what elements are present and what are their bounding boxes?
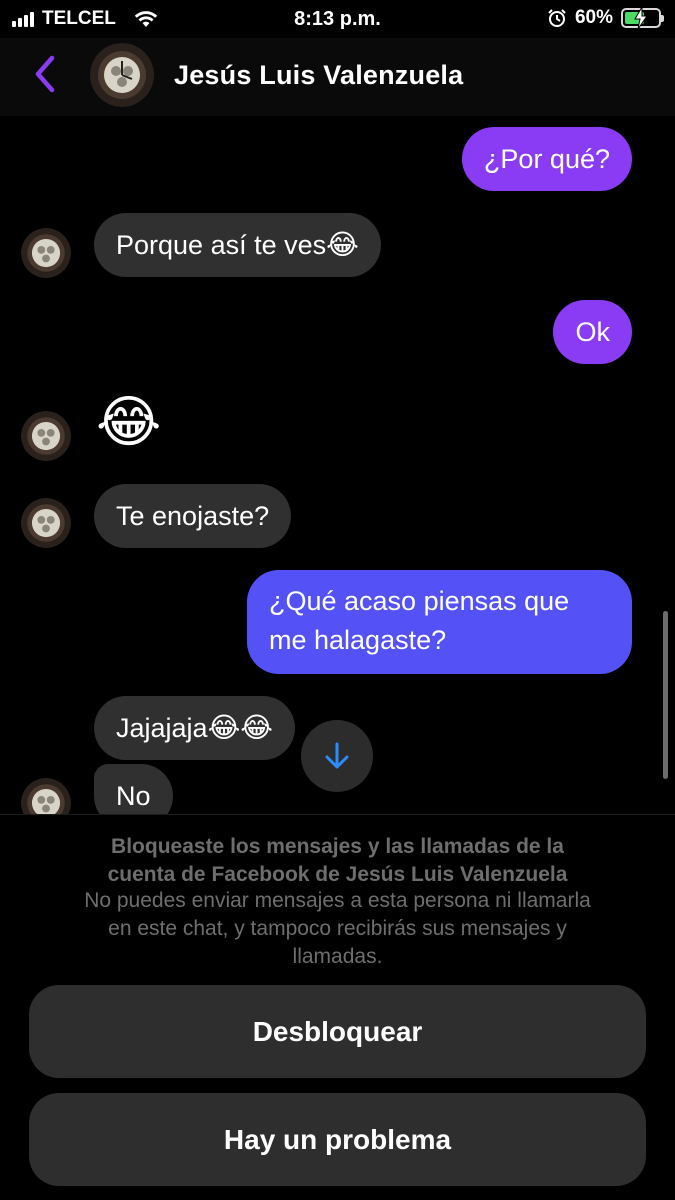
- laughing-emoji-message[interactable]: 😂: [96, 392, 161, 452]
- scrollbar[interactable]: [663, 611, 668, 779]
- message-bubble-incoming[interactable]: Te enojaste?: [94, 484, 292, 548]
- blocked-notice-body: No puedes enviar mensajes a esta persona…: [84, 889, 591, 968]
- message-bubble-outgoing[interactable]: ¿Qué acaso piensas que me halagaste?: [247, 570, 632, 674]
- message-bubble-incoming[interactable]: Jajajaja😂😂: [94, 696, 295, 760]
- sender-avatar: [21, 778, 71, 814]
- contact-name[interactable]: Jesús Luis Valenzuela: [174, 60, 463, 91]
- message-bubble-incoming[interactable]: No: [94, 764, 173, 814]
- alarm-icon: [548, 9, 566, 27]
- message-bubble-incoming[interactable]: Porque así te ves😂: [94, 213, 381, 277]
- status-right: 60%: [547, 7, 664, 29]
- sender-avatar: [21, 228, 71, 278]
- status-bar: TELCEL 8:13 p.m. 60%: [0, 0, 675, 38]
- laughing-emoji: 😂😂: [207, 712, 273, 743]
- scroll-to-bottom-button[interactable]: [301, 720, 373, 792]
- report-problem-button[interactable]: Hay un problema: [29, 1093, 646, 1186]
- battery-charging-icon: [621, 7, 664, 29]
- arrow-down-icon: [325, 742, 349, 769]
- laughing-emoji: 😂: [326, 229, 359, 260]
- blocked-footer: Bloqueaste los mensajes y las llamadas d…: [0, 814, 675, 1200]
- message-list[interactable]: ¿Por qué? Porque así te ves😂 Ok 😂 Te eno…: [0, 116, 675, 814]
- sender-avatar: [21, 498, 71, 548]
- contact-avatar[interactable]: [90, 43, 154, 107]
- message-bubble-outgoing[interactable]: Ok: [553, 300, 632, 364]
- blocked-notice-title: Bloqueaste los mensajes y las llamadas d…: [107, 835, 568, 886]
- message-bubble-outgoing[interactable]: ¿Por qué?: [461, 127, 632, 191]
- chevron-left-icon[interactable]: [30, 54, 60, 94]
- battery-percent: 60%: [574, 7, 613, 28]
- sender-avatar: [21, 411, 71, 461]
- unblock-button[interactable]: Desbloquear: [29, 985, 646, 1078]
- chat-header: Jesús Luis Valenzuela: [0, 38, 675, 116]
